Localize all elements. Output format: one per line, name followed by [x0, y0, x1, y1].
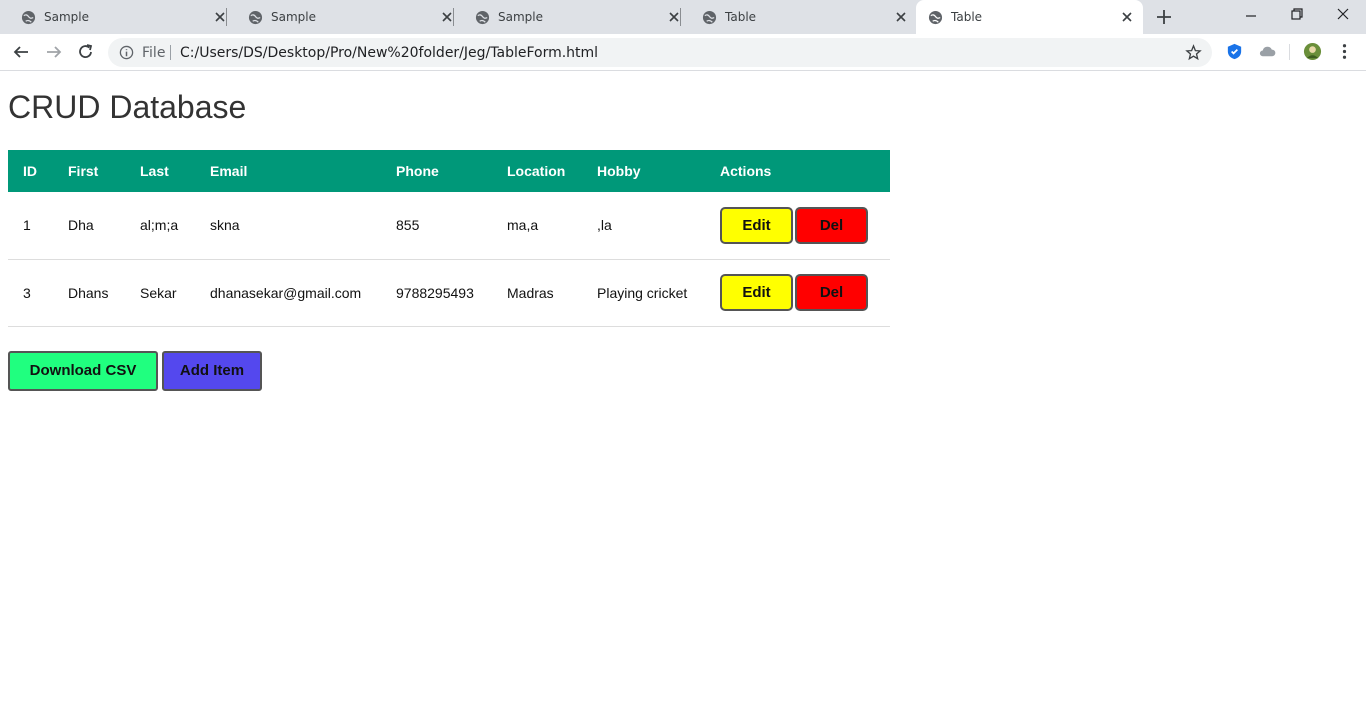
column-header-phone: Phone [396, 163, 439, 179]
tab-title: Sample [498, 10, 543, 24]
table-row: 3 Dhans Sekar dhanasekar@gmail.com 97882… [8, 259, 890, 327]
cell-email: skna [195, 192, 381, 260]
browser-toolbar: File C:/Users/DS/Desktop/Pro/New%20folde… [0, 34, 1366, 71]
globe-icon [475, 10, 490, 25]
crud-table: ID First Last Email Phone Location Hobby… [8, 150, 890, 327]
cell-phone: 9788295493 [381, 259, 492, 327]
column-header-location: Location [507, 163, 566, 179]
cell-first: Dhans [53, 259, 125, 327]
globe-icon [702, 10, 717, 25]
cell-last: Sekar [125, 259, 195, 327]
address-bar[interactable]: File C:/Users/DS/Desktop/Pro/New%20folde… [108, 38, 1212, 67]
browser-tab-4[interactable]: Table [681, 0, 908, 34]
window-close-icon[interactable] [1335, 6, 1351, 22]
column-header-id: ID [23, 163, 37, 179]
close-icon[interactable] [1121, 11, 1133, 23]
cell-actions: Edit Del [705, 192, 890, 260]
cell-hobby: Playing cricket [582, 259, 705, 327]
table-header-row: ID First Last Email Phone Location Hobby… [8, 150, 890, 192]
column-header-first: First [68, 163, 99, 179]
column-header-email: Email [210, 163, 248, 179]
bookmark-star-icon[interactable] [1185, 44, 1202, 61]
shield-extension-icon[interactable] [1225, 42, 1244, 61]
column-header-last: Last [140, 163, 169, 179]
edit-button[interactable]: Edit [720, 206, 793, 244]
tab-strip: Sample Sample Sample Table Table [0, 0, 1366, 34]
browser-tab-3[interactable]: Sample [454, 0, 681, 34]
close-icon[interactable] [668, 11, 680, 23]
cell-hobby: ,la [582, 192, 705, 260]
globe-icon [928, 10, 943, 25]
cell-location: ma,a [492, 192, 582, 260]
close-icon[interactable] [895, 11, 907, 23]
page-title: CRUD Database [8, 89, 247, 125]
reload-icon[interactable] [77, 43, 95, 61]
cell-last: al;m;a [125, 192, 195, 260]
close-icon[interactable] [441, 11, 453, 23]
cell-actions: Edit Del [705, 259, 890, 327]
cell-location: Madras [492, 259, 582, 327]
browser-tab-1[interactable]: Sample [0, 0, 227, 34]
forward-arrow-icon[interactable] [45, 43, 63, 61]
add-item-button[interactable]: Add Item [162, 351, 262, 391]
restore-icon[interactable] [1289, 6, 1305, 22]
kebab-menu-icon[interactable] [1335, 42, 1354, 61]
column-header-hobby: Hobby [597, 163, 641, 179]
toolbar-separator [1289, 44, 1290, 60]
cell-phone: 855 [381, 192, 492, 260]
globe-icon [248, 10, 263, 25]
download-csv-button[interactable]: Download CSV [8, 351, 158, 391]
delete-button[interactable]: Del [795, 274, 868, 311]
back-arrow-icon[interactable] [12, 43, 30, 61]
tab-title: Sample [44, 10, 89, 24]
tab-title: Table [951, 10, 983, 24]
cell-first: Dha [53, 192, 125, 260]
address-divider [170, 45, 171, 60]
new-tab-plus-icon[interactable] [1155, 8, 1173, 26]
cell-id: 3 [8, 259, 53, 327]
url-text[interactable]: C:/Users/DS/Desktop/Pro/New%20folder/Jeg… [180, 45, 598, 61]
edit-button[interactable]: Edit [720, 274, 793, 311]
minimize-icon[interactable] [1243, 6, 1259, 22]
tab-title: Sample [271, 10, 316, 24]
table-row: 1 Dha al;m;a skna 855 ma,a ,la Edit Del [8, 192, 890, 260]
globe-icon [21, 10, 36, 25]
profile-avatar-icon[interactable] [1303, 42, 1322, 61]
browser-tab-2[interactable]: Sample [227, 0, 454, 34]
cell-id: 1 [8, 192, 53, 260]
close-icon[interactable] [214, 11, 226, 23]
tab-title: Table [725, 10, 757, 24]
browser-tab-active[interactable]: Table [916, 0, 1143, 34]
scheme-label: File [142, 45, 166, 61]
delete-button[interactable]: Del [795, 206, 868, 244]
cell-email: dhanasekar@gmail.com [195, 259, 381, 327]
info-icon[interactable] [119, 45, 134, 60]
column-header-actions: Actions [720, 163, 772, 179]
cloud-extension-icon[interactable] [1258, 42, 1277, 61]
